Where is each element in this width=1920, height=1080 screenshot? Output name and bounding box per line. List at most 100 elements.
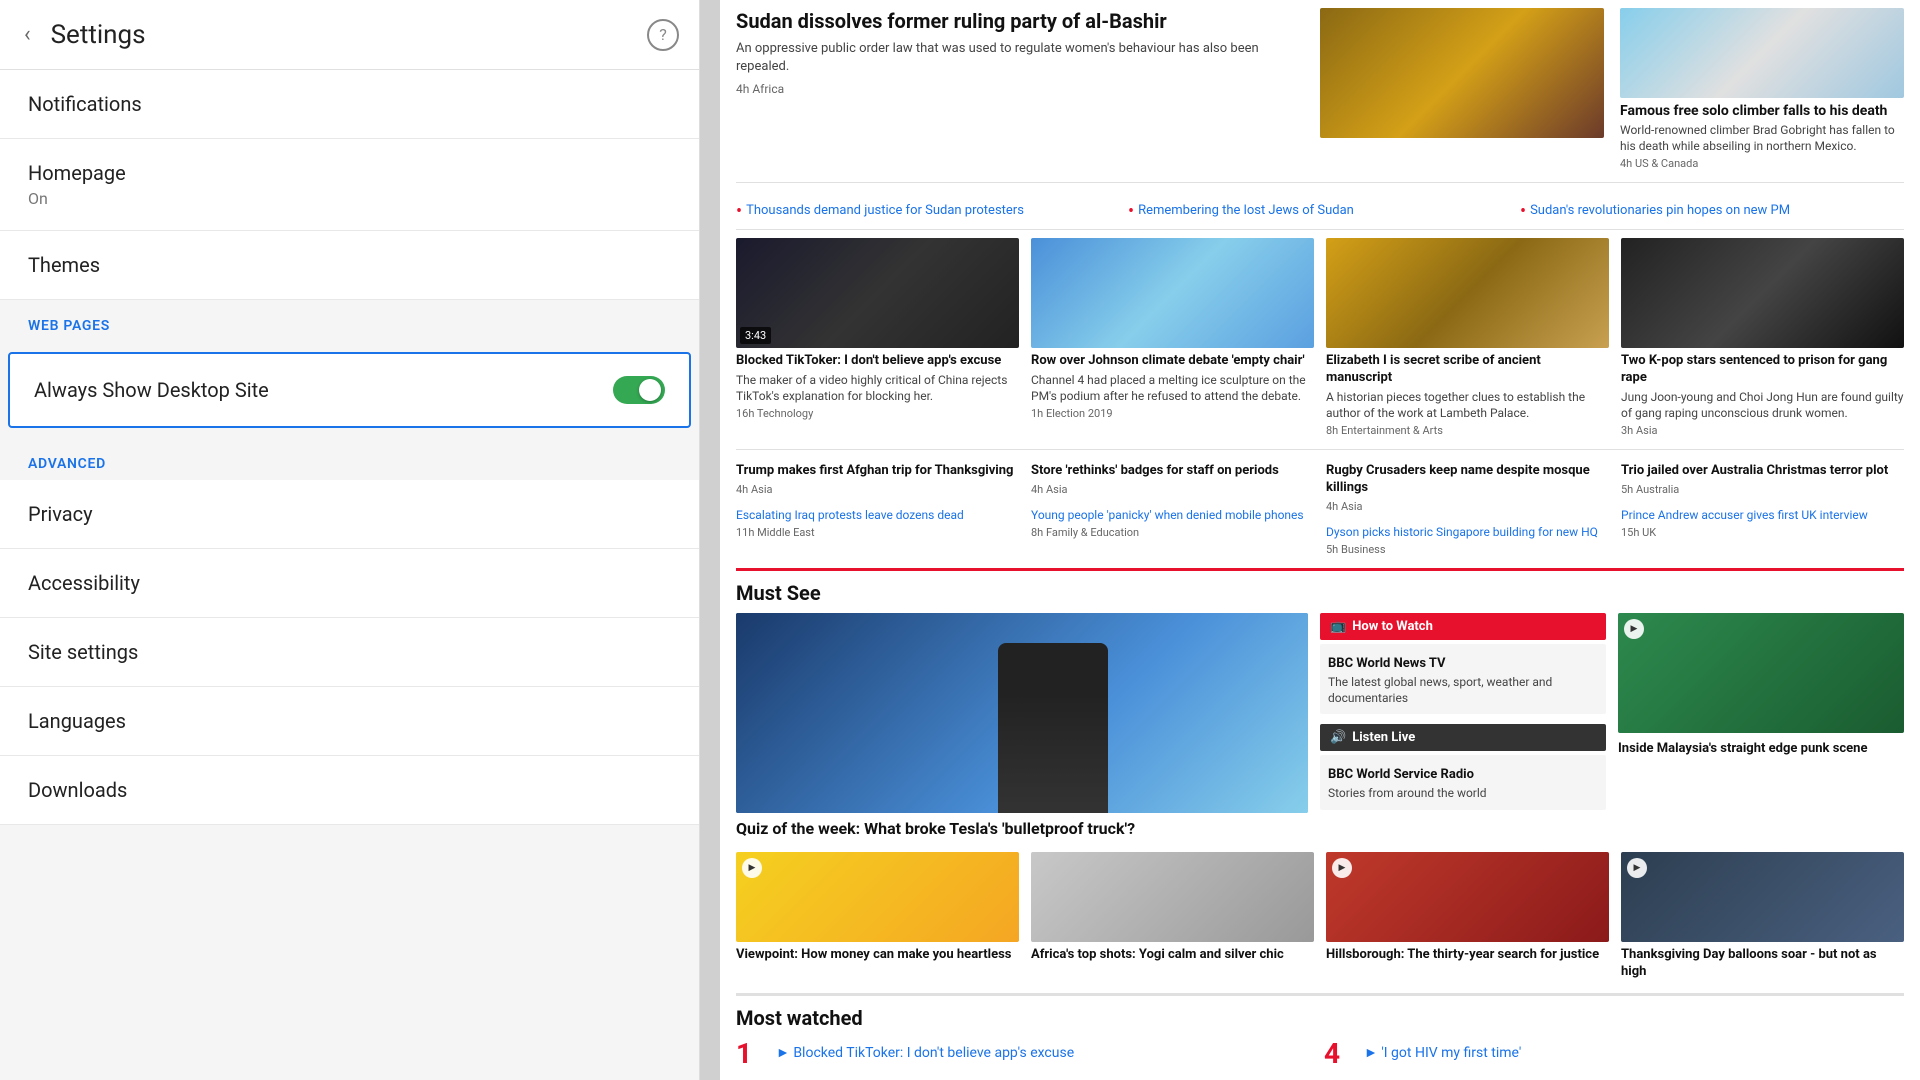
- bullet-item-0[interactable]: • Thousands demand justice for Sudan pro…: [736, 203, 1120, 221]
- article-card-0: 3:43 Blocked TikToker: I don't believe a…: [736, 238, 1019, 437]
- row2-grid: Trump makes first Afghan trip for Thanks…: [736, 449, 1904, 556]
- bottom-headline-3[interactable]: Thanksgiving Day balloons soar - but not…: [1621, 947, 1904, 981]
- back-button[interactable]: ‹: [20, 18, 35, 51]
- row2-headline-2[interactable]: Rugby Crusaders keep name despite mosque…: [1326, 463, 1609, 497]
- article-headline-0[interactable]: Blocked TikToker: I don't believe app's …: [736, 353, 1019, 370]
- most-watched-section: Most watched 1 ► Blocked TikToker: I don…: [736, 993, 1904, 1068]
- always-show-desktop-item[interactable]: Always Show Desktop Site: [8, 352, 691, 428]
- article-body-1: Channel 4 had placed a melting ice sculp…: [1031, 373, 1314, 404]
- article-headline-2[interactable]: Elizabeth I is secret scribe of ancient …: [1326, 353, 1609, 387]
- climber-card: Famous free solo climber falls to his de…: [1620, 8, 1904, 170]
- sudan-image: [1320, 8, 1604, 138]
- bbc-world-news-tv-label: BBC World News TV: [1328, 656, 1598, 671]
- climber-body: World-renowned climber Brad Gobright has…: [1620, 123, 1904, 154]
- row2-link-0[interactable]: Escalating Iraq protests leave dozens de…: [736, 508, 964, 522]
- bullet-item-2[interactable]: • Sudan's revolutionaries pin hopes on n…: [1520, 203, 1904, 221]
- bottom-headline-1[interactable]: Africa's top shots: Yogi calm and silver…: [1031, 947, 1314, 964]
- article-headline-3[interactable]: Two K-pop stars sentenced to prison for …: [1621, 353, 1904, 387]
- watched-title-0[interactable]: ► Blocked TikToker: I don't believe app'…: [776, 1040, 1074, 1062]
- watched-num-1: 4: [1324, 1040, 1354, 1068]
- settings-content: Notifications Homepage On Themes WEB PAG…: [0, 70, 699, 1080]
- malaysia-thumb-img: ▶: [1618, 613, 1904, 733]
- bullet-item-1[interactable]: • Remembering the lost Jews of Sudan: [1128, 203, 1512, 221]
- how-to-watch-badge: 📺 How to Watch: [1320, 613, 1606, 640]
- watched-item-1: 4 ► 'I got HIV my first time': [1324, 1040, 1904, 1068]
- tv-icon: 📺: [1330, 619, 1346, 634]
- how-to-watch-label: How to Watch: [1352, 619, 1433, 634]
- article-img-3: [1621, 238, 1904, 348]
- article-grid: 3:43 Blocked TikToker: I don't believe a…: [736, 238, 1904, 437]
- row2-headline-3[interactable]: Trio jailed over Australia Christmas ter…: [1621, 463, 1904, 480]
- row2-meta-3: 5h Australia: [1621, 483, 1904, 496]
- bottom-card-2: ▶ Hillsborough: The thirty-year search f…: [1326, 852, 1609, 981]
- sidebar-item-privacy[interactable]: Privacy: [0, 480, 699, 549]
- climber-meta: 4h US & Canada: [1620, 157, 1904, 170]
- bottom-card-1: Africa's top shots: Yogi calm and silver…: [1031, 852, 1314, 981]
- languages-label: Languages: [28, 709, 671, 733]
- listen-live-badge: 🔊 Listen Live: [1320, 724, 1606, 751]
- sidebar-item-site-settings[interactable]: Site settings: [0, 618, 699, 687]
- row2-headline-1[interactable]: Store 'rethinks' badges for staff on per…: [1031, 463, 1314, 480]
- row2-link-2[interactable]: Dyson picks historic Singapore building …: [1326, 525, 1598, 539]
- row2-meta-2: 4h Asia: [1326, 500, 1609, 513]
- speaker-icon: 🔊: [1330, 730, 1346, 745]
- article-meta-2: 8h Entertainment & Arts: [1326, 424, 1609, 437]
- quiz-headline[interactable]: Quiz of the week: What broke Tesla's 'bu…: [736, 819, 1308, 840]
- sidebar-item-themes[interactable]: Themes: [0, 231, 699, 300]
- article-meta-3: 3h Asia: [1621, 424, 1904, 437]
- homepage-subtitle: On: [28, 189, 671, 208]
- row2-link-1[interactable]: Young people 'panicky' when denied mobil…: [1031, 508, 1304, 522]
- how-to-watch-content: BBC World News TV The latest global news…: [1320, 644, 1606, 714]
- bottom-img-2: ▶: [1326, 852, 1609, 942]
- climber-headline[interactable]: Famous free solo climber falls to his de…: [1620, 102, 1904, 120]
- sidebar-item-notifications[interactable]: Notifications: [0, 70, 699, 139]
- article-img-1: [1031, 238, 1314, 348]
- web-pages-section-label: WEB PAGES: [0, 300, 699, 342]
- row2-meta-1: 4h Asia: [1031, 483, 1314, 496]
- watched-num-0: 1: [736, 1040, 766, 1068]
- bullet-dot-2: •: [1520, 203, 1526, 221]
- climber-image: [1620, 8, 1904, 98]
- top-story-main: Sudan dissolves former ruling party of a…: [736, 8, 1304, 170]
- row2-meta-0: 4h Asia: [736, 483, 1019, 496]
- row2-card-3: Trio jailed over Australia Christmas ter…: [1621, 458, 1904, 556]
- listen-live-content: BBC World Service Radio Stories from aro…: [1320, 755, 1606, 810]
- row2-link-meta-2: 5h Business: [1326, 543, 1609, 556]
- watched-list: 1 ► Blocked TikToker: I don't believe ap…: [736, 1040, 1904, 1068]
- sidebar-item-languages[interactable]: Languages: [0, 687, 699, 756]
- desktop-site-toggle[interactable]: [613, 376, 665, 404]
- sidebar-item-homepage[interactable]: Homepage On: [0, 139, 699, 231]
- privacy-label: Privacy: [28, 502, 671, 526]
- how-to-watch-card: 📺 How to Watch BBC World News TV The lat…: [1320, 613, 1606, 714]
- article-body-3: Jung Joon-young and Choi Jong Hun are fo…: [1621, 390, 1904, 421]
- settings-header: ‹ Settings ?: [0, 0, 699, 70]
- article-headline-1[interactable]: Row over Johnson climate debate 'empty c…: [1031, 353, 1314, 370]
- malaysia-thumb-title[interactable]: Inside Malaysia's straight edge punk sce…: [1618, 741, 1904, 758]
- must-see-thumb-col: ▶ Inside Malaysia's straight edge punk s…: [1618, 613, 1904, 840]
- bottom-card-0: ▶ Viewpoint: How money can make you hear…: [736, 852, 1019, 981]
- play-icon-bottom-3: ▶: [1627, 858, 1647, 878]
- article-body-2: A historian pieces together clues to est…: [1326, 390, 1609, 421]
- row2-card-0: Trump makes first Afghan trip for Thanks…: [736, 458, 1019, 556]
- article-meta-0: 16h Technology: [736, 407, 1019, 420]
- top-story-body: An oppressive public order law that was …: [736, 40, 1304, 76]
- article-card-3: Two K-pop stars sentenced to prison for …: [1621, 238, 1904, 437]
- top-story-headline[interactable]: Sudan dissolves former ruling party of a…: [736, 8, 1304, 34]
- help-icon[interactable]: ?: [647, 19, 679, 51]
- sidebar-item-downloads[interactable]: Downloads: [0, 756, 699, 825]
- row2-link-3[interactable]: Prince Andrew accuser gives first UK int…: [1621, 508, 1868, 522]
- themes-label: Themes: [28, 253, 671, 277]
- sidebar-item-accessibility[interactable]: Accessibility: [0, 549, 699, 618]
- bottom-headline-2[interactable]: Hillsborough: The thirty-year search for…: [1326, 947, 1609, 964]
- most-watched-heading: Most watched: [736, 1006, 1904, 1030]
- bottom-img-3: ▶: [1621, 852, 1904, 942]
- must-see-main-card: Quiz of the week: What broke Tesla's 'bu…: [736, 613, 1308, 840]
- article-card-2: Elizabeth I is secret scribe of ancient …: [1326, 238, 1609, 437]
- play-icon: ▶: [1624, 619, 1644, 639]
- watched-title-1[interactable]: ► 'I got HIV my first time': [1364, 1040, 1521, 1062]
- play-icon-bottom-0: ▶: [742, 858, 762, 878]
- bottom-headline-0[interactable]: Viewpoint: How money can make you heartl…: [736, 947, 1019, 964]
- row2-headline-0[interactable]: Trump makes first Afghan trip for Thanks…: [736, 463, 1019, 480]
- must-see-heading: Must See: [736, 568, 1904, 613]
- article-meta-1: 1h Election 2019: [1031, 407, 1314, 420]
